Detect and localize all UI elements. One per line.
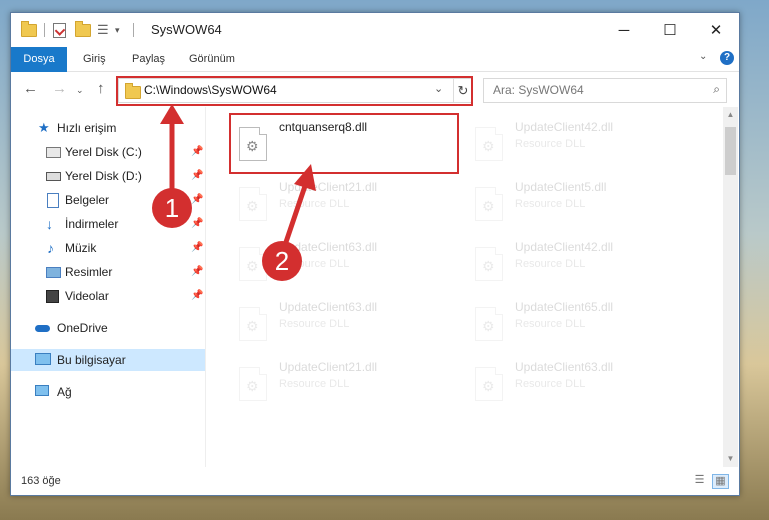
callout-1: 1 [152, 188, 192, 228]
callout-2: 2 [262, 241, 302, 281]
arrow-1-head [160, 104, 184, 124]
arrow-2-line [281, 185, 308, 249]
arrow-2-head [294, 164, 316, 191]
annotation-arrows [160, 104, 316, 249]
